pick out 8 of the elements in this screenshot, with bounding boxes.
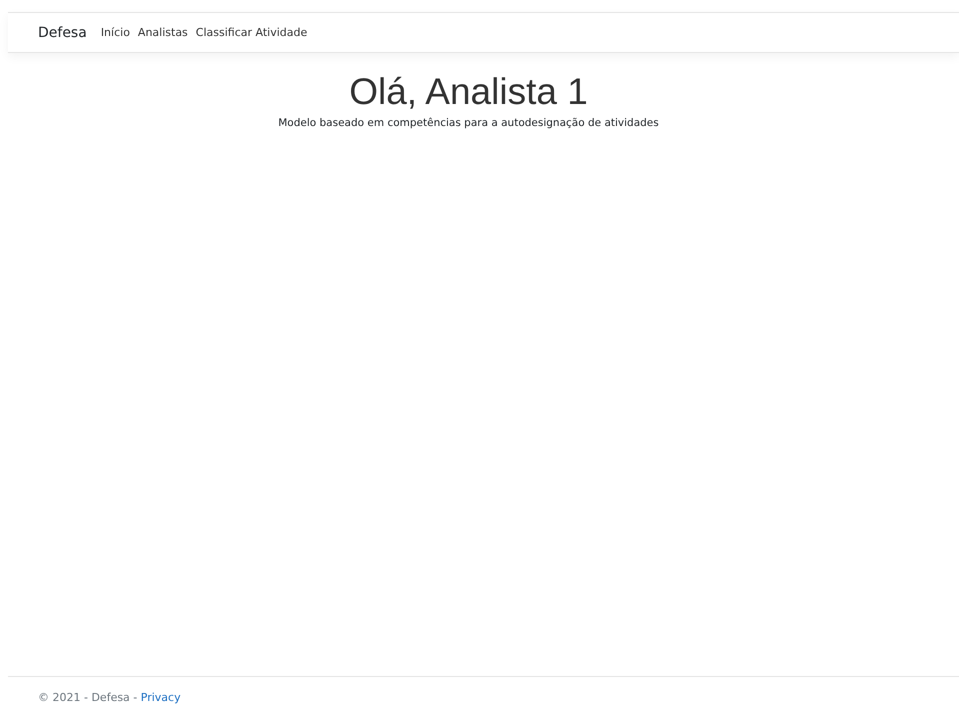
nav-link[interactable]: Analistas — [138, 26, 188, 39]
brand-link[interactable]: Defesa — [38, 24, 87, 40]
subtitle: Modelo baseado em competências para a autodesignação de atividades — [278, 117, 659, 129]
nav-link[interactable]: Classificar Atividade — [196, 26, 308, 39]
nav-link[interactable]: Início — [100, 26, 130, 39]
footer-text: © 2021 - Defesa - Privacy — [38, 691, 181, 704]
privacy-link[interactable]: Privacy — [140, 691, 181, 704]
page-heading: Olá, Analista 1 — [349, 71, 588, 113]
